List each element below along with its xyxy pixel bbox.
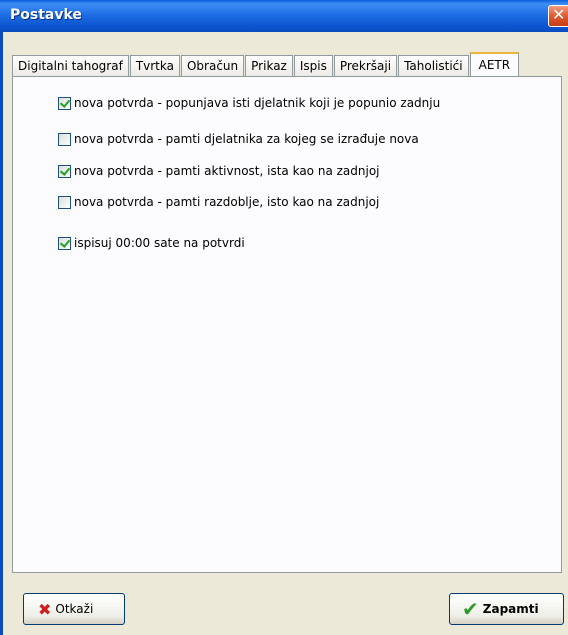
tab-prekrsaji[interactable]: Prekršaji [333,55,398,76]
cancel-button-label: Otkaži [55,602,94,616]
option-checkbox[interactable] [58,236,71,250]
cancel-button[interactable]: ✖ Otkaži [23,593,125,625]
tab-ispis[interactable]: Ispis [293,55,333,76]
option-label: nova potvrda - pamti djelatnika za kojeg… [74,132,419,146]
tab-strip: Digitalni tahograf Tvrtka Obračun Prikaz… [12,52,520,76]
option-row[interactable]: nova potvrda - pamti aktivnost, ista kao… [58,163,380,179]
option-label: nova potvrda - popunjava isti djelatnik … [74,96,441,110]
save-button[interactable]: ✔ Zapamti [449,593,564,625]
save-button-label: Zapamti [482,602,539,616]
option-checkbox[interactable] [58,195,71,209]
title-bar: Postavke ✕ [0,0,568,32]
option-checkbox[interactable] [58,164,71,178]
tab-tvrtka[interactable]: Tvrtka [129,55,180,76]
tab-panel-aetr [12,76,562,573]
option-label: nova potvrda - pamti razdoblje, isto kao… [74,195,380,209]
option-row[interactable]: nova potvrda - pamti razdoblje, isto kao… [58,194,379,210]
tab-taholistici[interactable]: Taholistići [398,55,469,76]
option-row[interactable]: ispisuj 00:00 sate na potvrdi [58,235,245,251]
tab-prikaz[interactable]: Prikaz [245,55,293,76]
tab-aetr[interactable]: AETR [469,52,520,76]
close-icon: ✕ [552,5,566,24]
option-row[interactable]: nova potvrda - popunjava isti djelatnik … [58,95,440,111]
option-checkbox[interactable] [58,132,71,146]
option-checkbox[interactable] [58,96,71,110]
red-x-icon: ✖ [38,599,52,619]
tab-obracun[interactable]: Obračun [180,55,245,76]
tab-digitalni-tahograf[interactable]: Digitalni tahograf [12,55,129,76]
option-row[interactable]: nova potvrda - pamti djelatnika za kojeg… [58,131,419,147]
green-check-icon: ✔ [462,597,479,621]
option-label: nova potvrda - pamti aktivnost, ista kao… [74,164,380,178]
close-button[interactable]: ✕ [548,5,568,27]
option-label: ispisuj 00:00 sate na potvrdi [74,236,245,250]
window-title: Postavke [10,7,82,23]
